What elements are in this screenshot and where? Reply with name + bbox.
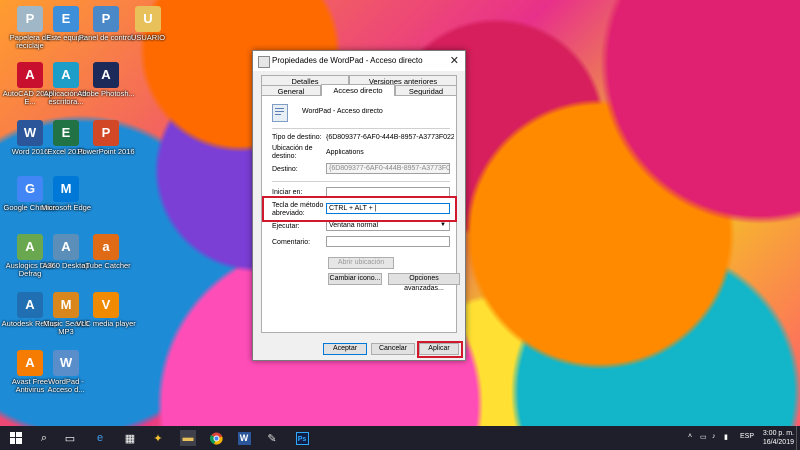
properties-dialog: Propiedades de WordPad - Acceso directo … xyxy=(252,50,466,361)
target-type-label: Tipo de destino: xyxy=(272,134,322,141)
tray-expand-icon[interactable]: ˄ xyxy=(688,433,692,440)
separator xyxy=(272,181,450,182)
taskbar: ⌕ ▭ e ▦ ✦ ▬ W ✎ Ps ˄ ▭ ♪ ▮ ESP 3:00 p. m… xyxy=(0,426,800,450)
comment-label: Comentario: xyxy=(272,239,311,246)
comment-field[interactable] xyxy=(326,236,450,247)
tab-acceso-directo[interactable]: Acceso directo xyxy=(321,84,395,96)
edge-icon: M xyxy=(53,176,79,202)
shortcut-name: WordPad - Acceso directo xyxy=(302,108,383,115)
photoshop-icon: A xyxy=(93,62,119,88)
clock-time: 3:00 p. m. xyxy=(762,430,794,437)
desktop-icon-label: VLC media player xyxy=(76,319,136,328)
word-icon[interactable]: W xyxy=(236,430,252,446)
task-view-icon[interactable]: ▭ xyxy=(62,430,78,446)
target-location-label: Ubicación de destino: xyxy=(272,145,313,160)
folder-icon: U xyxy=(135,6,161,32)
target-location-value: Applications xyxy=(326,149,364,156)
separator xyxy=(272,128,450,129)
apply-highlight xyxy=(417,341,463,358)
atube-icon: a xyxy=(93,234,119,260)
desktop-icon[interactable]: U USUARIO xyxy=(118,6,178,42)
store-icon[interactable]: ▦ xyxy=(122,430,138,446)
powerpoint-icon: P xyxy=(93,120,119,146)
python-icon[interactable]: ✦ xyxy=(150,430,166,446)
wordpad-icon xyxy=(272,104,288,122)
advanced-options-button[interactable]: Opciones avanzadas... xyxy=(388,273,460,292)
vlc-icon: V xyxy=(93,292,119,318)
change-icon-button[interactable]: Cambiar icono... xyxy=(328,273,382,285)
desktop-icon[interactable]: P PowerPoint 2016 xyxy=(76,120,136,156)
start-icon[interactable] xyxy=(8,430,24,446)
chrome-icon[interactable] xyxy=(208,430,224,446)
desktop-icon-label: Microsoft Edge xyxy=(40,203,92,212)
language-indicator[interactable]: ESP xyxy=(740,433,754,440)
desktop-icon-label: WordPad - Acceso d... xyxy=(47,377,85,394)
target-field[interactable]: {6D809377-6AF0-444B-8957-A3773F02200E}\ xyxy=(326,163,450,174)
desktop-icon[interactable]: a aTube Catcher xyxy=(76,234,136,270)
paint-icon[interactable]: ✎ xyxy=(264,430,280,446)
ok-button[interactable]: Aceptar xyxy=(323,343,367,355)
battery-icon[interactable]: ▮ xyxy=(724,433,728,441)
shortcut-properties-icon xyxy=(258,56,270,68)
run-select-value: Ventana normal xyxy=(329,222,379,229)
dialog-titlebar[interactable]: Propiedades de WordPad - Acceso directo … xyxy=(253,51,465,71)
search-icon[interactable]: ⌕ xyxy=(36,430,52,446)
desktop-icon[interactable]: V VLC media player xyxy=(76,292,136,328)
wordpad-icon: W xyxy=(53,350,79,376)
clock-date: 16/4/2019 xyxy=(762,439,794,446)
open-location-button[interactable]: Abrir ubicación xyxy=(328,257,394,269)
target-type-value: {6D809377-6AF0-444B-8957-A3773F02200E}\W xyxy=(326,134,454,141)
desktop-icon-label: USUARIO xyxy=(130,33,166,42)
edge-icon[interactable]: e xyxy=(92,430,108,446)
desktop-icon[interactable]: W WordPad - Acceso d... xyxy=(36,350,96,394)
desktop-icon-label: aTube Catcher xyxy=(81,261,131,270)
desktop-icon-label: PowerPoint 2016 xyxy=(77,147,135,156)
shortcut-key-highlight xyxy=(262,196,457,222)
dialog-title: Propiedades de WordPad - Acceso directo xyxy=(272,56,423,65)
desktop-icon[interactable]: M Microsoft Edge xyxy=(36,176,96,212)
volume-icon[interactable]: ♪ xyxy=(712,433,716,440)
control-panel-icon: P xyxy=(93,6,119,32)
target-label: Destino: xyxy=(272,166,298,173)
show-desktop-button[interactable] xyxy=(796,426,800,450)
chevron-down-icon: ▼ xyxy=(440,222,446,228)
file-explorer-icon[interactable]: ▬ xyxy=(180,430,196,446)
network-icon[interactable]: ▭ xyxy=(700,433,707,441)
desktop-icon-label: Adobe Photosh... xyxy=(77,89,135,98)
run-label: Ejecutar: xyxy=(272,223,300,230)
clock[interactable]: 3:00 p. m. 16/4/2019 xyxy=(763,429,794,447)
photoshop-icon[interactable]: Ps xyxy=(294,430,310,446)
desktop-icon[interactable]: A Adobe Photosh... xyxy=(76,62,136,98)
close-icon[interactable]: ✕ xyxy=(450,54,459,67)
cancel-button[interactable]: Cancelar xyxy=(371,343,415,355)
